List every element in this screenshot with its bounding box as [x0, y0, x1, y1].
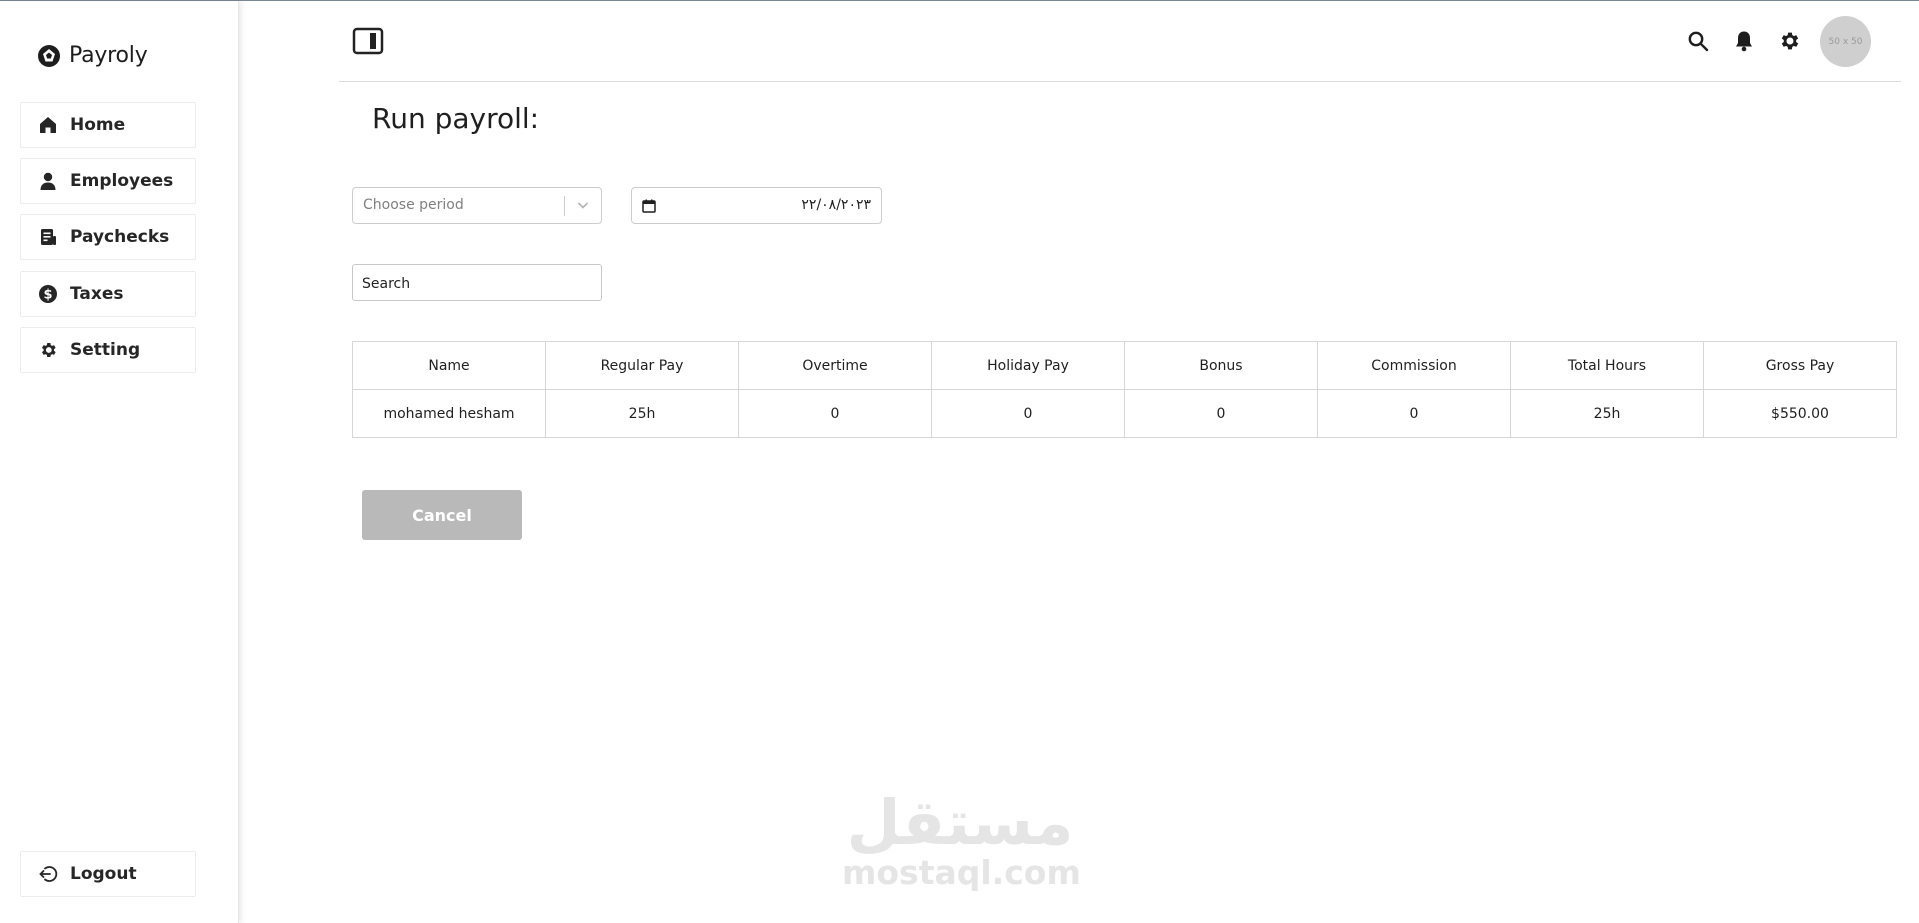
sidebar-item-setting[interactable]: Setting [20, 327, 196, 373]
header-divider [339, 81, 1901, 82]
cell-holiday-pay: 0 [931, 389, 1125, 438]
column-header-name: Name [352, 341, 546, 390]
search-icon [1688, 31, 1709, 52]
dollar-icon: $ [38, 284, 58, 304]
cancel-button[interactable]: Cancel [362, 490, 522, 540]
sidebar-item-home[interactable]: Home [20, 102, 196, 148]
column-header-holiday-pay: Holiday Pay [931, 341, 1125, 390]
date-input[interactable]: ٢٢/٠٨/٢٠٢٣ [631, 187, 882, 224]
logout-button[interactable]: Logout [20, 851, 196, 897]
search-input-placeholder: Search [362, 276, 411, 292]
sidebar-item-employees[interactable]: Employees [20, 158, 196, 204]
sidebar-item-taxes[interactable]: $ Taxes [20, 271, 196, 317]
watermark-arabic: مستقل [846, 786, 1076, 859]
period-select[interactable]: Choose period [352, 187, 602, 224]
column-header-total-hours: Total Hours [1510, 341, 1704, 390]
settings-button[interactable] [1776, 28, 1802, 54]
cell-commission: 0 [1317, 389, 1511, 438]
column-header-bonus: Bonus [1124, 341, 1318, 390]
period-select-placeholder: Choose period [363, 197, 464, 213]
watermark: مستقل mostaql.com [842, 786, 1081, 892]
search-input[interactable]: Search [352, 264, 602, 301]
column-header-gross-pay: Gross Pay [1703, 341, 1897, 390]
select-separator [564, 196, 565, 216]
column-header-overtime: Overtime [738, 341, 932, 390]
sidebar-item-label: Home [70, 115, 126, 135]
avatar-placeholder-text: 50 x 50 [1828, 36, 1863, 47]
sidebar-toggle-button[interactable] [352, 27, 384, 55]
payroll-table: Name Regular Pay Overtime Holiday Pay Bo… [352, 341, 1897, 438]
search-button[interactable] [1685, 28, 1711, 54]
table-row[interactable]: mohamed hesham 25h 0 0 0 0 25h $550.00 [352, 389, 1897, 438]
brand-logo[interactable]: Payroly [37, 43, 148, 68]
logout-label: Logout [70, 864, 137, 884]
gear-icon [1781, 32, 1799, 50]
cell-regular-pay: 25h [545, 389, 739, 438]
column-header-commission: Commission [1317, 341, 1511, 390]
cell-overtime: 0 [738, 389, 932, 438]
column-header-regular-pay: Regular Pay [545, 341, 739, 390]
sidebar-item-label: Paychecks [70, 227, 170, 247]
home-icon [38, 115, 58, 135]
sidebar-item-paychecks[interactable]: Paychecks [20, 214, 196, 260]
watermark-latin: mostaql.com [842, 853, 1081, 892]
cell-bonus: 0 [1124, 389, 1318, 438]
cell-gross-pay: $550.00 [1703, 389, 1897, 438]
sidebar-item-label: Taxes [70, 284, 124, 304]
paycheck-icon [38, 227, 58, 247]
chevron-down-icon [575, 197, 591, 217]
sidebar: Payroly Home Employees Paychecks $ Taxes… [0, 1, 239, 923]
svg-text:$: $ [43, 288, 52, 303]
sidebar-toggle-icon [352, 27, 384, 55]
sidebar-item-label: Setting [70, 340, 141, 360]
date-value: ٢٢/٠٨/٢٠٢٣ [801, 197, 871, 213]
avatar[interactable]: 50 x 50 [1820, 16, 1871, 67]
cell-total-hours: 25h [1510, 389, 1704, 438]
brand-name: Payroly [69, 43, 148, 68]
calendar-icon [642, 198, 656, 217]
cell-name: mohamed hesham [352, 389, 546, 438]
brand-icon [38, 44, 60, 67]
bell-icon [1736, 31, 1752, 52]
logout-icon [38, 864, 58, 884]
sidebar-item-label: Employees [70, 171, 174, 191]
page-title: Run payroll: [372, 102, 540, 135]
user-icon [38, 171, 58, 191]
notifications-button[interactable] [1731, 28, 1757, 54]
gear-icon [38, 340, 58, 360]
table-header-row: Name Regular Pay Overtime Holiday Pay Bo… [352, 341, 1897, 390]
top-border [0, 0, 1919, 1]
